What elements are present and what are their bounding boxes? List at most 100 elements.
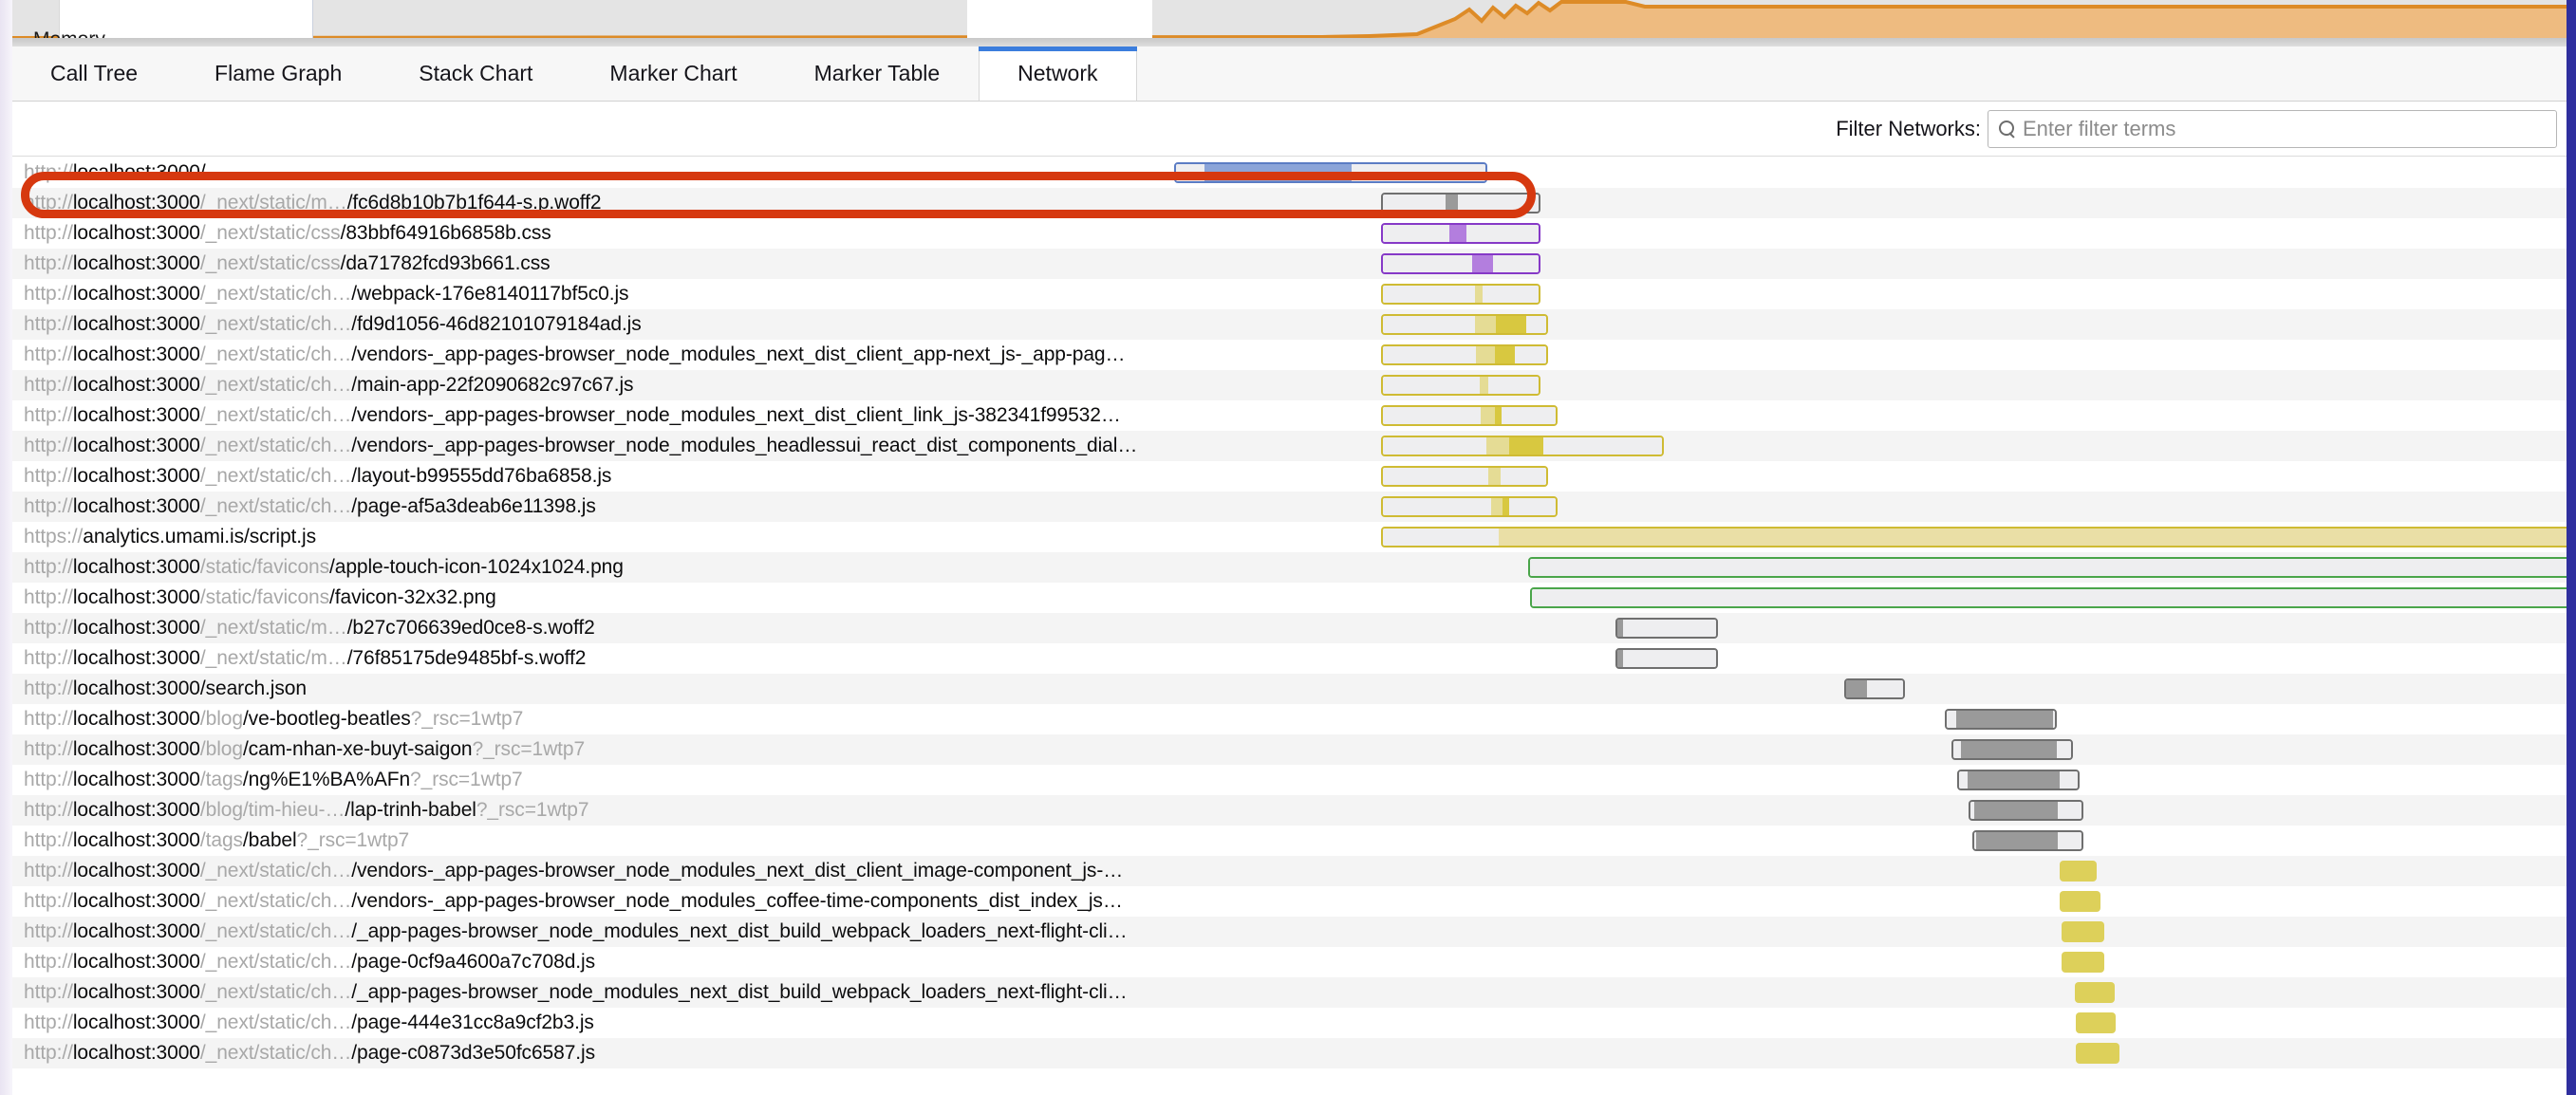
url-filename: /_app-pages-browser_node_modules_next_di… bbox=[351, 920, 1128, 942]
network-row[interactable]: http://localhost:3000/static/favicons/ap… bbox=[12, 552, 2567, 583]
url-filename: /webpack-176e8140117bf5c0.js bbox=[351, 283, 629, 305]
network-row[interactable]: http://localhost:3000/_next/static/ch…/v… bbox=[12, 400, 2567, 431]
network-timing-bar[interactable] bbox=[1381, 466, 1548, 487]
network-row[interactable]: http://localhost:3000/static/favicons/fa… bbox=[12, 583, 2567, 613]
url-host: localhost:3000 bbox=[72, 708, 200, 730]
url-host: analytics.umami.is/script.js bbox=[83, 526, 316, 548]
network-row[interactable]: http://localhost:3000/tags/babel?_rsc=1w… bbox=[12, 826, 2567, 856]
network-row[interactable]: http://localhost:3000/tags/ng%E1%BA%AFn?… bbox=[12, 765, 2567, 795]
url-filename: /ng%E1%BA%AFn bbox=[242, 769, 411, 790]
network-row[interactable]: http://localhost:3000/_next/static/ch…/_… bbox=[12, 977, 2567, 1008]
tab-marker-table[interactable]: Marker Table bbox=[776, 46, 980, 101]
tab-network[interactable]: Network bbox=[979, 46, 1137, 101]
network-row[interactable]: http://localhost:3000/search.json bbox=[12, 674, 2567, 704]
network-row[interactable]: http://localhost:3000/_next/static/ch…/p… bbox=[12, 1038, 2567, 1068]
network-row-url: http://localhost:3000/_next/static/m…/b2… bbox=[24, 613, 595, 643]
network-timing-phase bbox=[1846, 680, 1867, 697]
network-timing-bar[interactable] bbox=[1381, 344, 1548, 365]
network-timing-bar[interactable] bbox=[1381, 436, 1664, 456]
network-row[interactable]: http://localhost:3000/_next/static/ch…/f… bbox=[12, 309, 2567, 340]
network-timing-bar[interactable] bbox=[2062, 952, 2104, 973]
network-row[interactable]: http://localhost:3000/_next/static/ch…/v… bbox=[12, 340, 2567, 370]
network-row[interactable]: http://localhost:3000/ bbox=[12, 158, 2567, 188]
network-row[interactable]: http://localhost:3000/_next/static/ch…/l… bbox=[12, 461, 2567, 492]
network-timing-phase bbox=[1493, 255, 1539, 272]
network-timing-bar[interactable] bbox=[2076, 1043, 2119, 1064]
network-timing-bar[interactable] bbox=[1381, 527, 2567, 548]
network-timing-bar[interactable] bbox=[1951, 739, 2073, 760]
network-timing-bar[interactable] bbox=[1945, 709, 2057, 730]
network-row[interactable]: http://localhost:3000/_next/static/ch…/v… bbox=[12, 856, 2567, 886]
network-timing-bar[interactable] bbox=[1381, 496, 1558, 517]
network-row[interactable]: http://localhost:3000/_next/static/css/8… bbox=[12, 218, 2567, 249]
network-timing-bar[interactable] bbox=[1969, 800, 2083, 821]
network-row[interactable]: http://localhost:3000/_next/static/css/d… bbox=[12, 249, 2567, 279]
network-timing-bar[interactable] bbox=[1844, 678, 1905, 699]
network-timing-bar[interactable] bbox=[1381, 375, 1540, 396]
network-row[interactable]: http://localhost:3000/_next/static/ch…/_… bbox=[12, 917, 2567, 947]
url-scheme: http:// bbox=[24, 860, 73, 882]
network-row[interactable]: http://localhost:3000/_next/static/ch…/w… bbox=[12, 279, 2567, 309]
url-filename: /vendors-_app-pages-browser_node_modules… bbox=[351, 404, 1121, 426]
url-scheme: http:// bbox=[24, 192, 73, 213]
network-timing-bar[interactable] bbox=[1615, 648, 1718, 669]
network-timing-bar[interactable] bbox=[1972, 830, 2083, 851]
network-row-url: http://localhost:3000/_next/static/m…/fc… bbox=[24, 188, 602, 218]
network-timing-bar[interactable] bbox=[1957, 770, 2080, 790]
network-timing-bar[interactable] bbox=[2060, 861, 2097, 882]
network-row-url: http://localhost:3000/_next/static/ch…/m… bbox=[24, 370, 634, 400]
network-timing-bar[interactable] bbox=[1530, 587, 2567, 608]
tab-marker-chart[interactable]: Marker Chart bbox=[571, 46, 775, 101]
network-timing-bar[interactable] bbox=[1174, 162, 1487, 183]
network-row[interactable]: http://localhost:3000/_next/static/m…/b2… bbox=[12, 613, 2567, 643]
timeline-selection-gap bbox=[967, 0, 1152, 42]
network-timing-phase bbox=[1542, 437, 1662, 455]
url-path: /static/favicons bbox=[199, 556, 330, 578]
network-timing-phase bbox=[1502, 407, 1556, 424]
network-row[interactable]: http://localhost:3000/_next/static/ch…/p… bbox=[12, 492, 2567, 522]
url-scheme: http:// bbox=[24, 708, 73, 730]
network-row[interactable]: http://localhost:3000/_next/static/ch…/p… bbox=[12, 1008, 2567, 1038]
tab-flame-graph[interactable]: Flame Graph bbox=[177, 46, 381, 101]
network-row[interactable]: https://analytics.umami.is/script.js bbox=[12, 522, 2567, 552]
network-timing-bar[interactable] bbox=[1381, 253, 1540, 274]
network-row[interactable]: http://localhost:3000/_next/static/ch…/p… bbox=[12, 947, 2567, 977]
network-row[interactable]: http://localhost:3000/_next/static/ch…/m… bbox=[12, 370, 2567, 400]
network-timing-bar[interactable] bbox=[2060, 891, 2100, 912]
network-timing-bar[interactable] bbox=[2062, 921, 2104, 942]
network-row[interactable]: http://localhost:3000/blog/tim-hieu-…/la… bbox=[12, 795, 2567, 826]
network-timing-phase bbox=[1446, 195, 1458, 212]
network-timing-bar[interactable] bbox=[1615, 618, 1718, 639]
url-filename: /b27c706639ed0ce8-s.woff2 bbox=[346, 617, 595, 639]
network-row[interactable]: http://localhost:3000/_next/static/m…/fc… bbox=[12, 188, 2567, 218]
url-scheme: http:// bbox=[24, 586, 73, 608]
network-timing-bar[interactable] bbox=[1381, 314, 1548, 335]
url-filename: /cam-nhan-xe-buyt-saigon bbox=[242, 738, 473, 760]
network-timing-bar[interactable] bbox=[1381, 284, 1540, 305]
network-row[interactable]: http://localhost:3000/blog/cam-nhan-xe-b… bbox=[12, 734, 2567, 765]
url-scheme: http:// bbox=[24, 769, 73, 790]
filter-networks-box[interactable] bbox=[1988, 109, 2557, 148]
network-timing-bar[interactable] bbox=[1528, 557, 2567, 578]
network-timing-bar[interactable] bbox=[1381, 223, 1540, 244]
memory-track-graph bbox=[12, 0, 2567, 42]
network-timing-bar[interactable] bbox=[1381, 405, 1558, 426]
network-row[interactable]: http://localhost:3000/_next/static/ch…/v… bbox=[12, 886, 2567, 917]
network-row[interactable]: http://localhost:3000/blog/ve-bootleg-be… bbox=[12, 704, 2567, 734]
network-row[interactable]: http://localhost:3000/_next/static/m…/76… bbox=[12, 643, 2567, 674]
url-host: localhost:3000 bbox=[72, 1011, 200, 1033]
network-timing-bar[interactable] bbox=[1381, 193, 1540, 213]
url-path: /_next/static/css bbox=[199, 252, 341, 274]
network-timing-bar[interactable] bbox=[2075, 982, 2115, 1003]
network-row[interactable]: http://localhost:3000/_next/static/ch…/v… bbox=[12, 431, 2567, 461]
network-timing-bar[interactable] bbox=[2076, 1012, 2116, 1033]
network-timing-phase bbox=[1495, 346, 1515, 363]
network-timing-phase bbox=[1509, 437, 1543, 455]
network-timing-phase bbox=[1383, 286, 1475, 303]
tab-stack-chart[interactable]: Stack Chart bbox=[381, 46, 571, 101]
network-request-list[interactable]: http://localhost:3000/http://localhost:3… bbox=[12, 158, 2567, 1095]
filter-networks-input[interactable] bbox=[2023, 116, 2548, 141]
network-timing-phase bbox=[2057, 802, 2081, 819]
network-row-url: http://localhost:3000/_next/static/ch…/v… bbox=[24, 886, 1123, 917]
tab-call-tree[interactable]: Call Tree bbox=[12, 46, 177, 101]
